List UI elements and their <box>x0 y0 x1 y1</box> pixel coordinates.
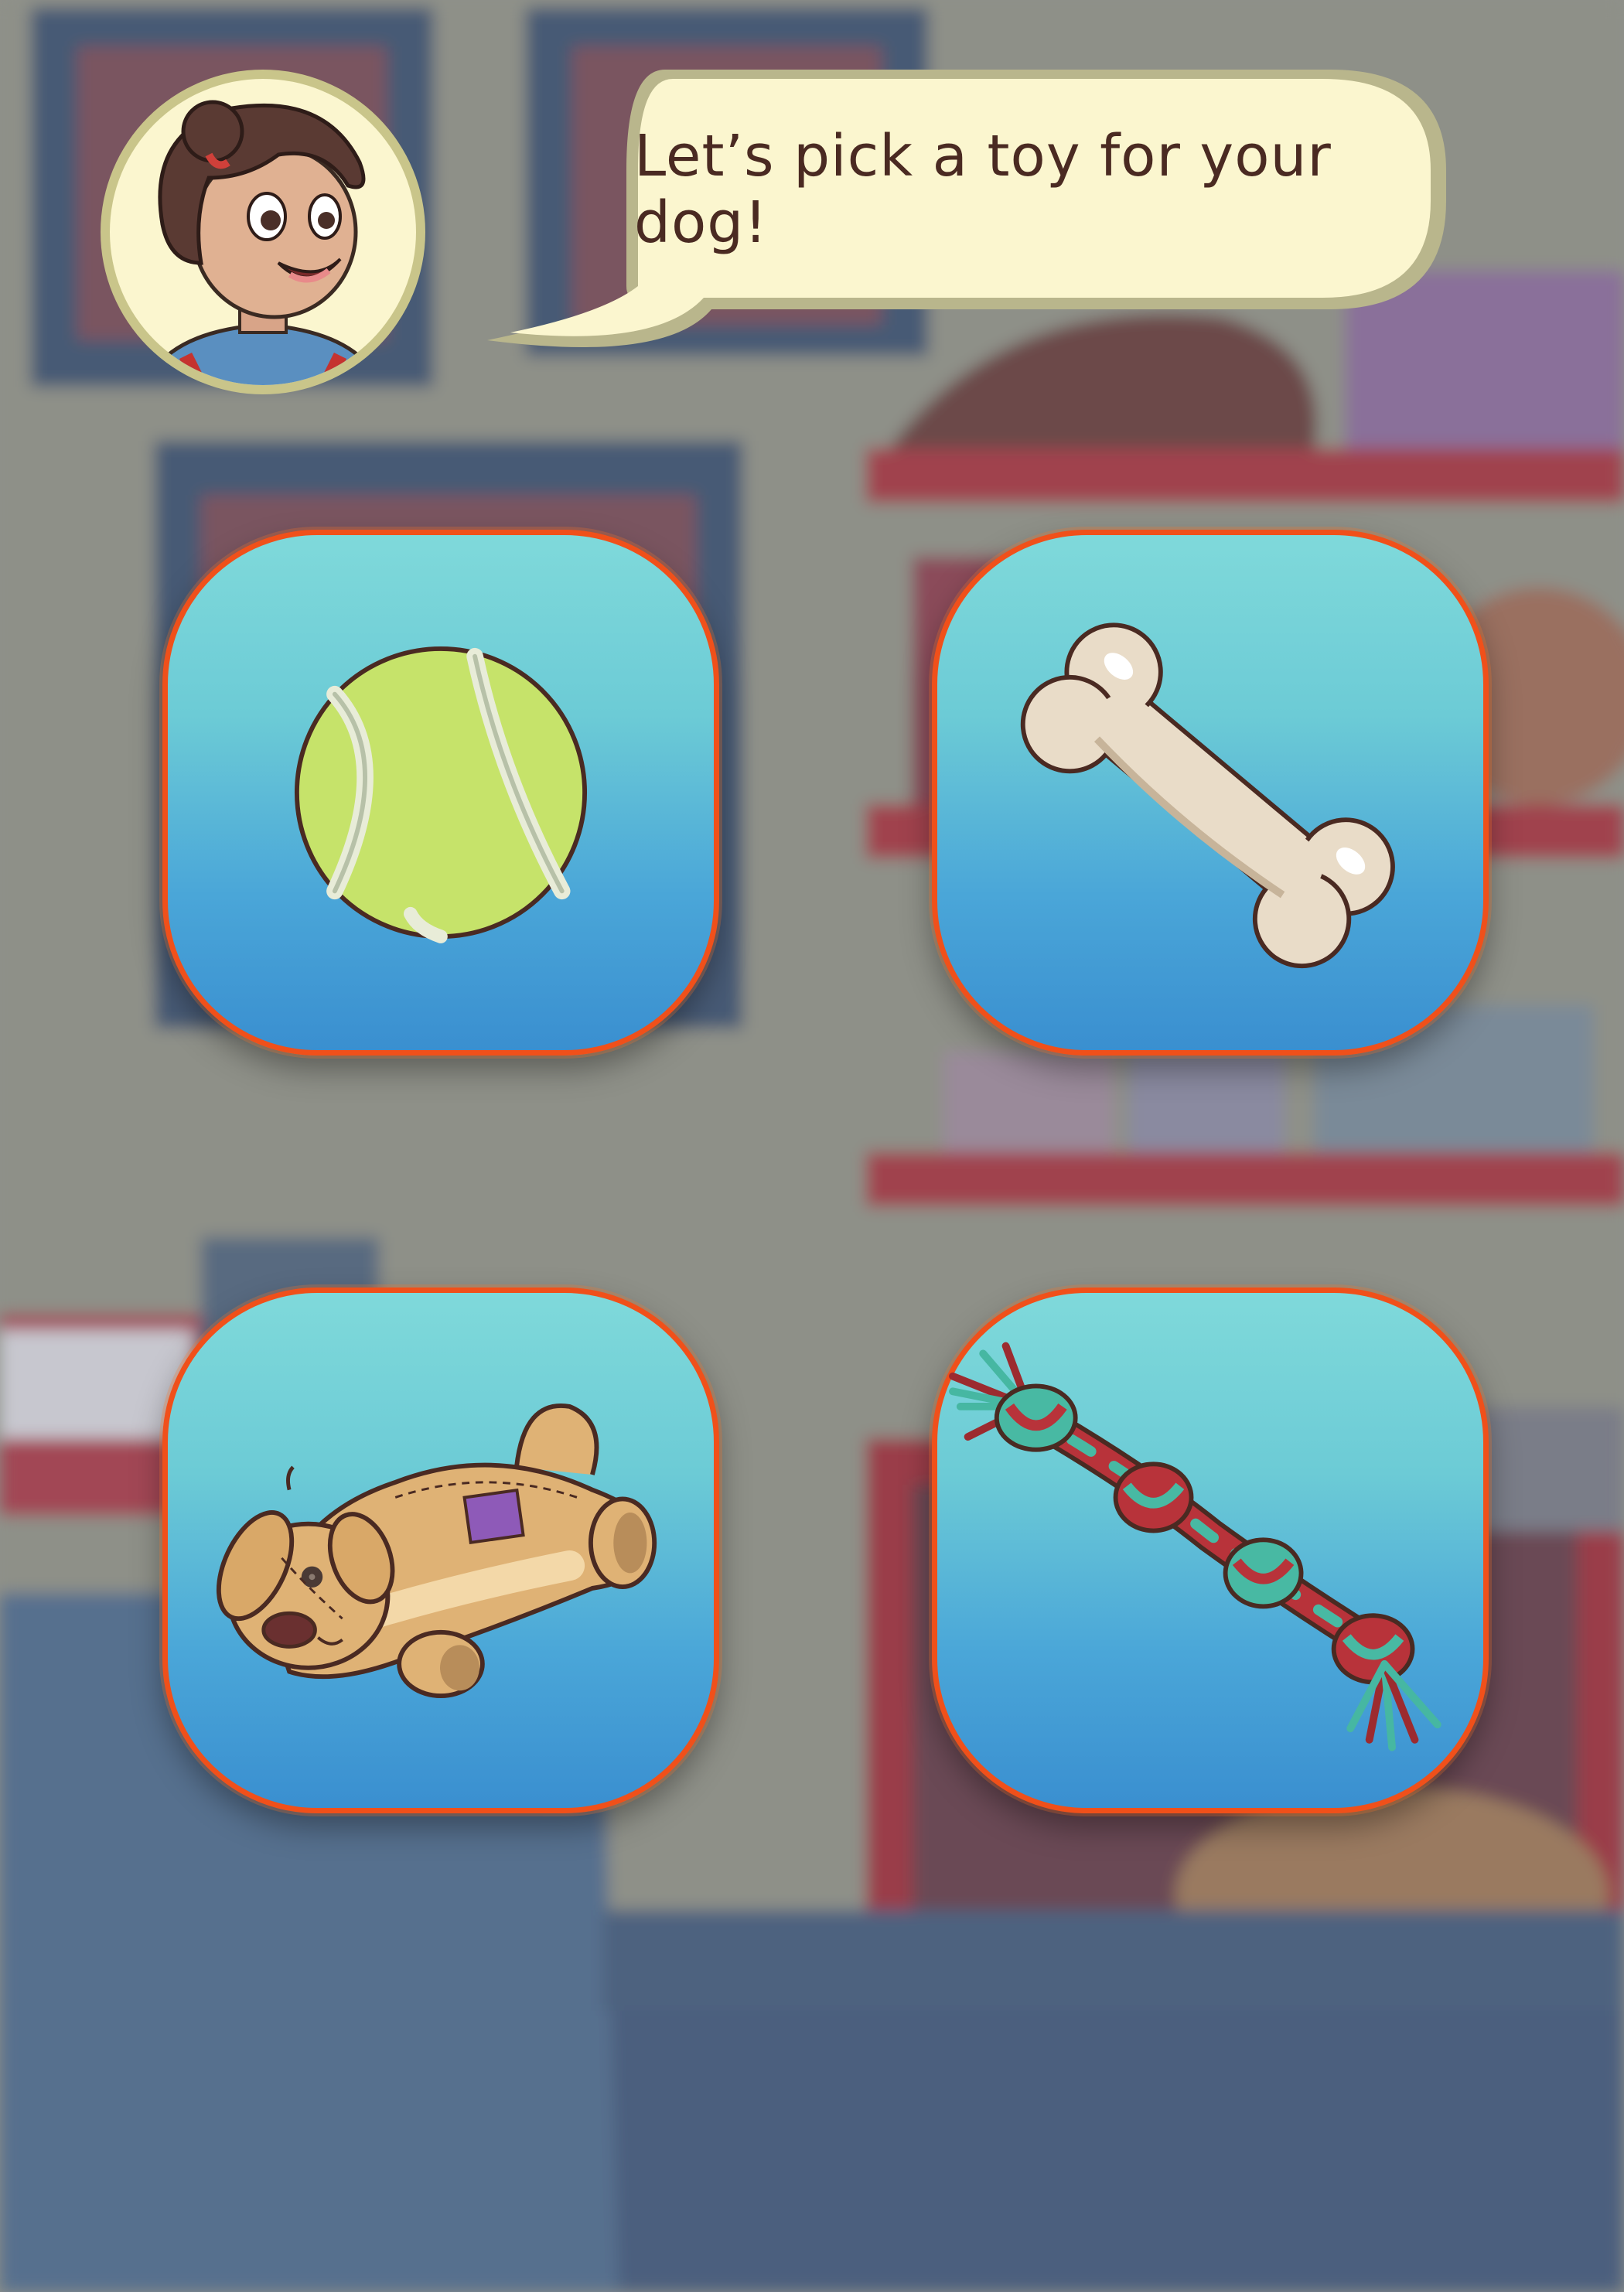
toy-option-bone[interactable] <box>932 530 1489 1056</box>
girl-avatar-icon <box>101 70 425 394</box>
dialog-text: Let’s pick a toy for your dog! <box>634 123 1332 256</box>
toy-option-rope[interactable] <box>932 1288 1489 1813</box>
rope-toy-icon <box>949 1342 1441 1751</box>
toy-option-plush-dog[interactable] <box>162 1288 719 1813</box>
tennis-ball-icon <box>294 646 588 943</box>
plush-dog-icon <box>216 1404 657 1698</box>
toy-option-ball[interactable] <box>162 530 719 1056</box>
game-screen: Let’s pick a toy for your dog! <box>0 0 1624 2292</box>
bone-icon <box>1020 622 1395 969</box>
